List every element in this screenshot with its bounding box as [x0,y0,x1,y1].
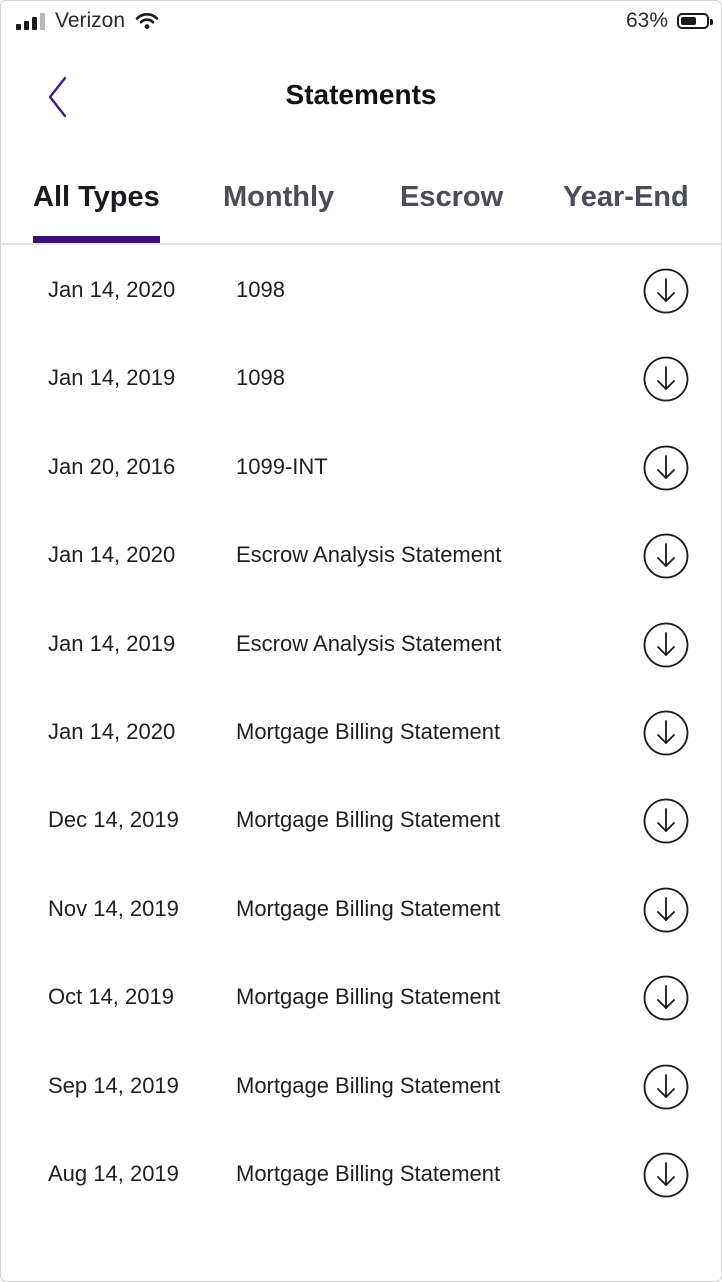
download-icon [643,533,689,579]
battery-percentage: 63% [625,9,668,32]
tab-all-types[interactable]: All Types [33,181,160,214]
statement-row[interactable]: Jan 14, 2020 Escrow Analysis Statement [1,512,721,600]
statement-row[interactable]: Sep 14, 2019 Mortgage Billing Statement [1,1043,721,1131]
statement-row[interactable]: Jan 14, 2019 1098 [1,335,721,423]
wifi-icon [135,12,159,30]
battery-icon [677,13,713,29]
statement-date: Oct 14, 2019 [48,984,174,1010]
download-button[interactable] [643,798,689,844]
download-icon [643,975,689,1021]
statement-row[interactable]: Oct 14, 2019 Mortgage Billing Statement [1,954,721,1042]
statement-date: Jan 20, 2016 [48,453,176,479]
download-button[interactable] [643,533,689,579]
status-bar-left: Verizon [16,9,159,33]
download-button[interactable] [643,1064,689,1110]
statement-type: 1098 [236,365,285,391]
app-screen: Verizon 63% Statements All Types Monthly… [0,0,722,1282]
active-tab-indicator [33,236,160,243]
statement-type: Mortgage Billing Statement [236,1072,501,1098]
tab-year-end[interactable]: Year-End [563,181,689,214]
download-button[interactable] [643,268,689,314]
statement-row[interactable]: Jan 20, 2016 1099-INT [1,424,721,512]
statement-date: Jan 14, 2019 [48,365,176,391]
statement-type: 1099-INT [236,453,328,479]
download-icon [643,1152,689,1198]
download-button[interactable] [643,975,689,1021]
page-title: Statements [285,79,437,110]
download-icon [643,1064,689,1109]
download-button[interactable] [643,622,689,668]
download-icon [643,356,689,402]
statement-date: Aug 14, 2019 [48,1160,179,1186]
statement-type: 1098 [236,277,285,302]
signal-icon [16,12,45,30]
download-icon [643,798,689,844]
statement-date: Dec 14, 2019 [48,807,179,833]
status-bar-right: 63% [625,9,713,33]
download-button[interactable] [643,356,689,402]
statement-type: Mortgage Billing Statement [236,984,501,1010]
statement-type: Escrow Analysis Statement [236,630,502,656]
statement-date: Jan 14, 2019 [48,630,176,656]
statement-row[interactable]: Jan 14, 2020 Mortgage Billing Statement [1,689,721,777]
statement-type: Mortgage Billing Statement [236,807,501,833]
statement-row[interactable]: Aug 14, 2019 Mortgage Billing Statement [1,1131,721,1219]
statement-type: Mortgage Billing Statement [236,1160,501,1186]
download-button[interactable] [643,710,689,756]
download-icon [643,622,689,667]
download-icon [643,887,689,933]
navigation-header: Statements [1,61,721,133]
statement-date: Nov 14, 2019 [48,895,179,921]
download-icon [643,445,689,491]
tab-monthly[interactable]: Monthly [223,181,334,214]
statement-type-tabs: All Types Monthly Escrow Year-End [1,171,721,245]
download-icon [643,268,689,314]
statement-type: Mortgage Billing Statement [236,718,501,744]
status-bar: Verizon 63% [1,1,721,43]
statement-date: Jan 14, 2020 [48,277,176,302]
carrier-name: Verizon [55,9,126,32]
statement-row[interactable]: Jan 14, 2019 Escrow Analysis Statement [1,601,721,689]
download-button[interactable] [643,887,689,933]
statement-date: Sep 14, 2019 [48,1072,179,1098]
download-button[interactable] [643,1152,689,1198]
download-button[interactable] [643,445,689,491]
statements-list: Jan 14, 2020 1098 Jan 14, 2019 1098 Jan … [1,247,721,1219]
statement-row[interactable]: Dec 14, 2019 Mortgage Billing Statement [1,777,721,865]
download-icon [643,710,689,756]
statement-row[interactable]: Nov 14, 2019 Mortgage Billing Statement [1,866,721,954]
statement-type: Mortgage Billing Statement [236,895,501,921]
statement-row[interactable]: Jan 14, 2020 1098 [1,247,721,335]
tab-escrow[interactable]: Escrow [400,181,503,214]
statement-date: Jan 14, 2020 [48,542,176,568]
statement-type: Escrow Analysis Statement [236,542,502,568]
statement-date: Jan 14, 2020 [48,718,176,744]
